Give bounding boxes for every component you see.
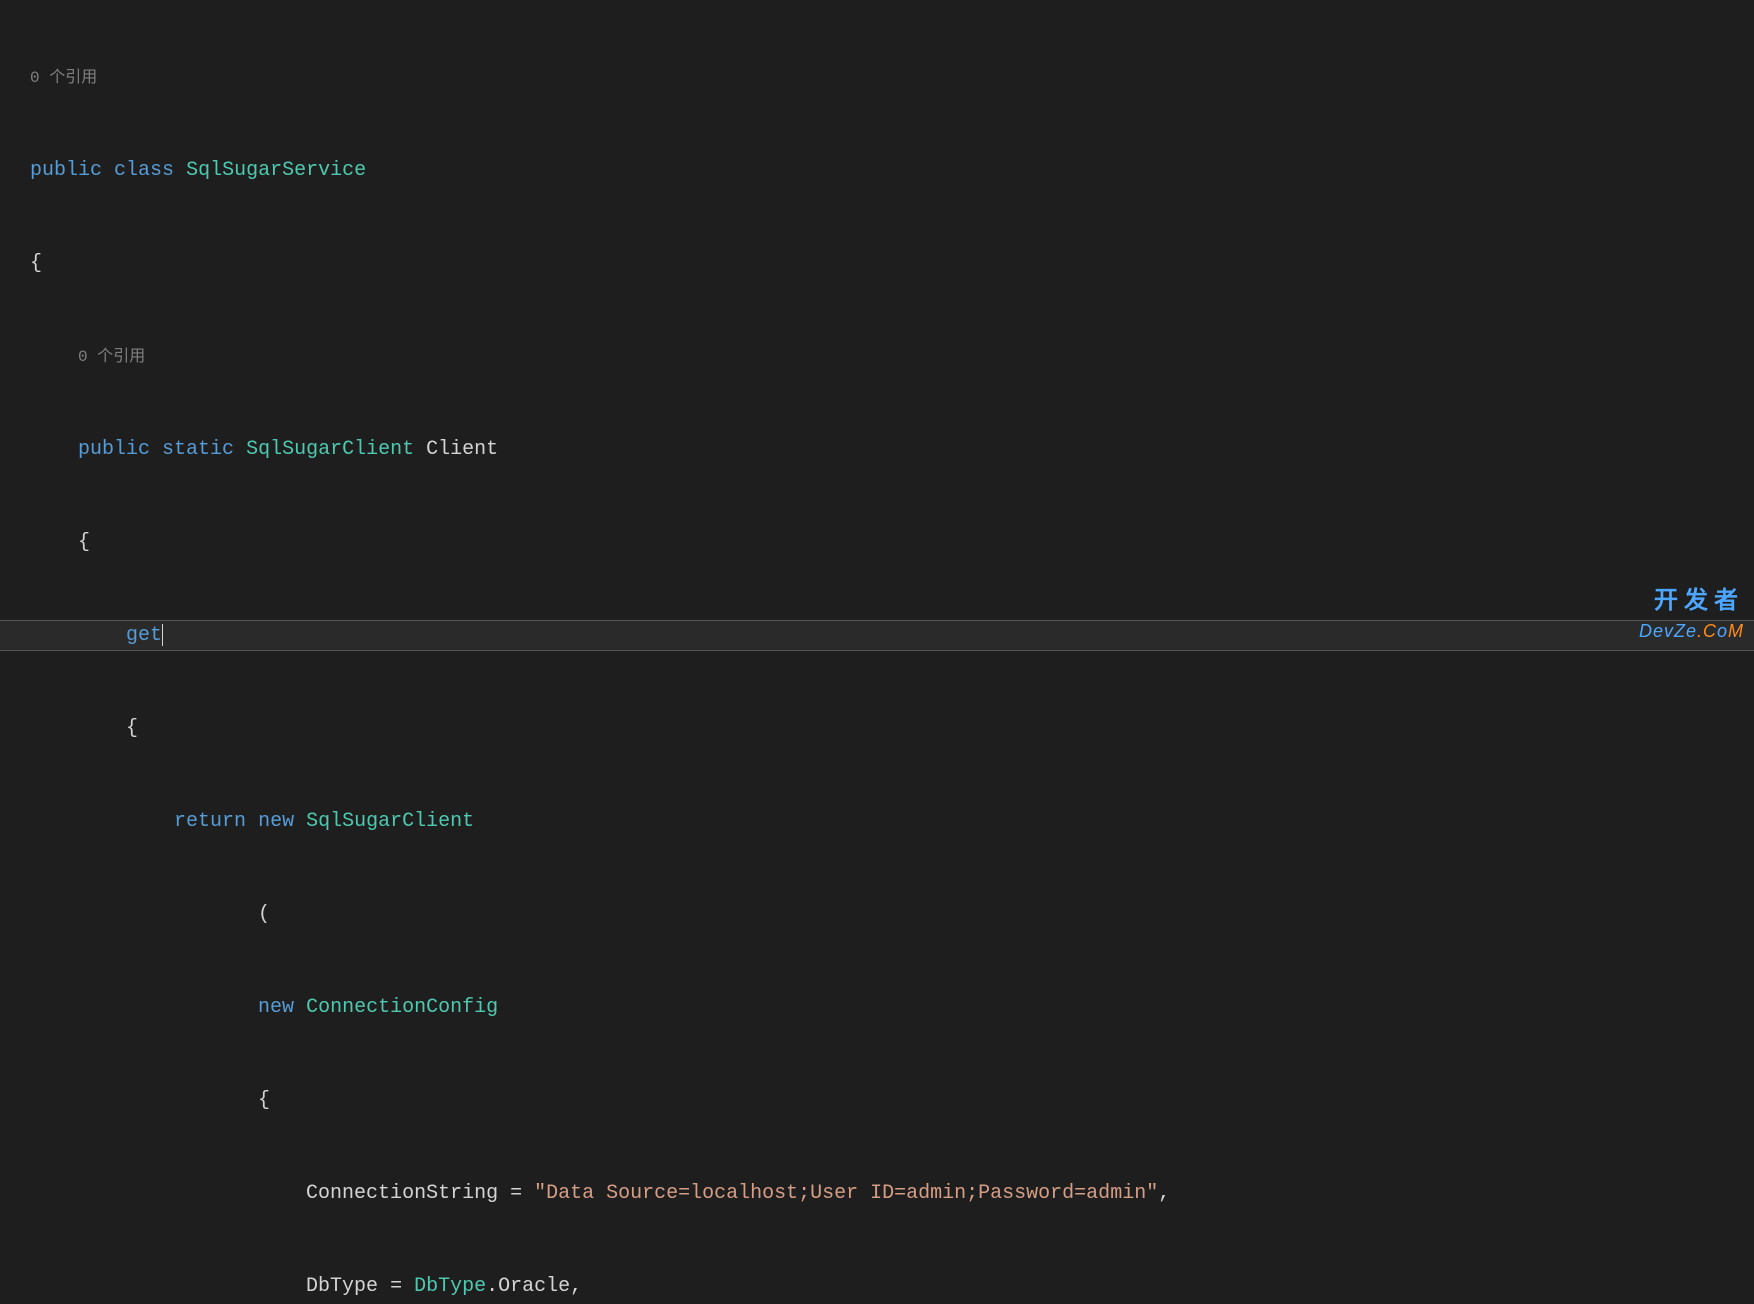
code-line[interactable]: 0 个引用 — [0, 341, 1754, 372]
class-name: SqlSugarService — [186, 159, 366, 182]
keyword-get: get — [126, 624, 162, 647]
code-editor[interactable]: 0 个引用 public class SqlSugarService { 0 个… — [0, 0, 1754, 1304]
code-line[interactable]: new ConnectionConfig — [0, 992, 1754, 1023]
code-line[interactable]: return new SqlSugarClient — [0, 806, 1754, 837]
keyword-return: return — [174, 810, 246, 833]
enum-value: Oracle — [498, 1275, 570, 1298]
brace-open: { — [30, 252, 42, 275]
code-line[interactable]: ConnectionString = "Data Source=localhos… — [0, 1178, 1754, 1209]
code-line[interactable]: 0 个引用 — [0, 62, 1754, 93]
codelens-references[interactable]: 0 个引用 — [78, 348, 145, 366]
keyword-public: public — [30, 159, 102, 182]
property-name: ConnectionString — [306, 1182, 498, 1205]
keyword-public: public — [78, 438, 150, 461]
code-line[interactable]: { — [0, 1085, 1754, 1116]
type-name: SqlSugarClient — [246, 438, 414, 461]
code-line[interactable]: ( — [0, 899, 1754, 930]
keyword-static: static — [162, 438, 234, 461]
string-literal: "Data Source=localhost;User ID=admin;Pas… — [534, 1182, 1158, 1205]
text-cursor — [162, 624, 163, 646]
code-line[interactable]: public static SqlSugarClient Client — [0, 434, 1754, 465]
code-line[interactable]: DbType = DbType.Oracle, — [0, 1271, 1754, 1302]
keyword-new: new — [258, 810, 294, 833]
type-name: ConnectionConfig — [306, 996, 498, 1019]
code-line[interactable]: { — [0, 527, 1754, 558]
code-line-active[interactable]: get — [0, 620, 1754, 651]
code-line[interactable]: public class SqlSugarService — [0, 155, 1754, 186]
code-line[interactable]: { — [0, 713, 1754, 744]
code-line[interactable]: { — [0, 248, 1754, 279]
property-name: Client — [426, 438, 498, 461]
keyword-new: new — [258, 996, 294, 1019]
type-name: DbType — [414, 1275, 486, 1298]
property-name: DbType — [306, 1275, 378, 1298]
keyword-class: class — [114, 159, 174, 182]
type-name: SqlSugarClient — [306, 810, 474, 833]
codelens-references[interactable]: 0 个引用 — [30, 69, 97, 87]
